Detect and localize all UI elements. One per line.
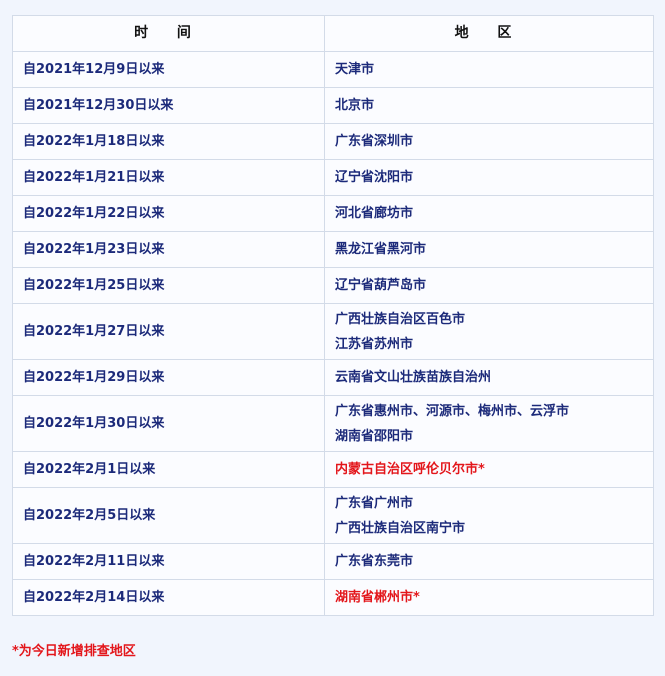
footnote: *为今日新增排查地区 — [12, 644, 136, 659]
area-name: 广东省广州市 — [335, 495, 414, 511]
table-row: 自2021年12月30日以来 北京市 — [12, 87, 654, 124]
table-row: 自2021年12月9日以来 天津市 — [12, 51, 654, 88]
time-cell: 自2022年2月14日以来 — [12, 579, 325, 616]
area-name: 湖南省郴州市* — [335, 590, 420, 605]
header-time: 时 间 — [12, 15, 325, 52]
area-cell: 内蒙古自治区呼伦贝尔市* — [324, 451, 654, 488]
time-cell: 自2022年2月1日以来 — [12, 451, 325, 488]
area-cell: 云南省文山壮族苗族自治州 — [324, 359, 654, 396]
area-cell: 辽宁省沈阳市 — [324, 159, 654, 196]
area-cell: 北京市 — [324, 87, 654, 124]
time-cell: 自2022年1月27日以来 — [12, 303, 325, 360]
area-name: 内蒙古自治区呼伦贝尔市* — [335, 462, 485, 477]
area-name: 天津市 — [335, 62, 375, 77]
table-row: 自2022年1月23日以来 黑龙江省黑河市 — [12, 231, 654, 268]
area-name: 黑龙江省黑河市 — [335, 242, 427, 257]
table-row: 自2022年1月27日以来 广西壮族自治区百色市 江苏省苏州市 — [12, 303, 654, 360]
area-name: 云南省文山壮族苗族自治州 — [335, 370, 492, 385]
area-name: 广东省惠州市、河源市、梅州市、云浮市 — [335, 403, 570, 419]
time-cell: 自2022年1月21日以来 — [12, 159, 325, 196]
table-row: 自2022年2月1日以来 内蒙古自治区呼伦贝尔市* — [12, 451, 654, 488]
table-row: 自2022年1月22日以来 河北省廊坊市 — [12, 195, 654, 232]
area-cell: 黑龙江省黑河市 — [324, 231, 654, 268]
area-cell: 辽宁省葫芦岛市 — [324, 267, 654, 304]
area-name: 河北省廊坊市 — [335, 206, 414, 221]
area-name: 广东省深圳市 — [335, 134, 414, 149]
area-name: 广东省东莞市 — [335, 554, 414, 569]
time-cell: 自2022年1月29日以来 — [12, 359, 325, 396]
area-name: 辽宁省沈阳市 — [335, 170, 414, 185]
area-cell: 广东省深圳市 — [324, 123, 654, 160]
time-cell: 自2021年12月9日以来 — [12, 51, 325, 88]
table-row: 自2022年1月25日以来 辽宁省葫芦岛市 — [12, 267, 654, 304]
area-name: 北京市 — [335, 98, 375, 113]
area-cell: 湖南省郴州市* — [324, 579, 654, 616]
table-row: 自2022年2月5日以来 广东省广州市广西壮族自治区南宁市 — [12, 487, 654, 544]
area-name: 湖南省邵阳市 — [335, 428, 414, 444]
table-row: 自2022年1月30日以来 广东省惠州市、河源市、梅州市、云浮市 湖南省邵阳市 — [12, 395, 654, 452]
time-cell: 自2022年1月18日以来 — [12, 123, 325, 160]
time-cell: 自2022年1月25日以来 — [12, 267, 325, 304]
area-cell: 天津市 — [324, 51, 654, 88]
table-row: 自2022年2月11日以来 广东省东莞市 — [12, 543, 654, 580]
table-row: 自2022年1月21日以来 辽宁省沈阳市 — [12, 159, 654, 196]
table-header-row: 时 间 地 区 — [12, 15, 654, 52]
time-cell: 自2022年2月11日以来 — [12, 543, 325, 580]
time-cell: 自2022年2月5日以来 — [12, 487, 325, 544]
area-cell: 广东省惠州市、河源市、梅州市、云浮市 湖南省邵阳市 — [324, 395, 654, 452]
area-name: 辽宁省葫芦岛市 — [335, 278, 427, 293]
time-cell: 自2021年12月30日以来 — [12, 87, 325, 124]
area-cell: 广东省东莞市 — [324, 543, 654, 580]
time-cell: 自2022年1月30日以来 — [12, 395, 325, 452]
area-cell: 广西壮族自治区百色市 江苏省苏州市 — [324, 303, 654, 360]
area-name: 广西壮族自治区百色市 — [335, 311, 466, 327]
area-table-container: 时 间 地 区 自2021年12月9日以来 天津市 自2021年12月30日以来 北京… — [12, 15, 654, 616]
time-cell: 自2022年1月22日以来 — [12, 195, 325, 232]
header-area: 地 区 — [324, 15, 654, 52]
area-cell: 河北省廊坊市 — [324, 195, 654, 232]
table-row: 自2022年1月18日以来 广东省深圳市 — [12, 123, 654, 160]
area-name: 广西壮族自治区南宁市 — [335, 520, 466, 536]
table-row: 自2022年1月29日以来 云南省文山壮族苗族自治州 — [12, 359, 654, 396]
table-body: 自2021年12月9日以来 天津市 自2021年12月30日以来 北京市 自2022年1… — [12, 51, 654, 616]
area-cell: 广东省广州市广西壮族自治区南宁市 — [324, 487, 654, 544]
time-cell: 自2022年1月23日以来 — [12, 231, 325, 268]
area-name: 江苏省苏州市 — [335, 336, 414, 352]
area-table: 时 间 地 区 自2021年12月9日以来 天津市 自2021年12月30日以来 北京… — [12, 15, 654, 616]
table-row: 自2022年2月14日以来 湖南省郴州市* — [12, 579, 654, 616]
